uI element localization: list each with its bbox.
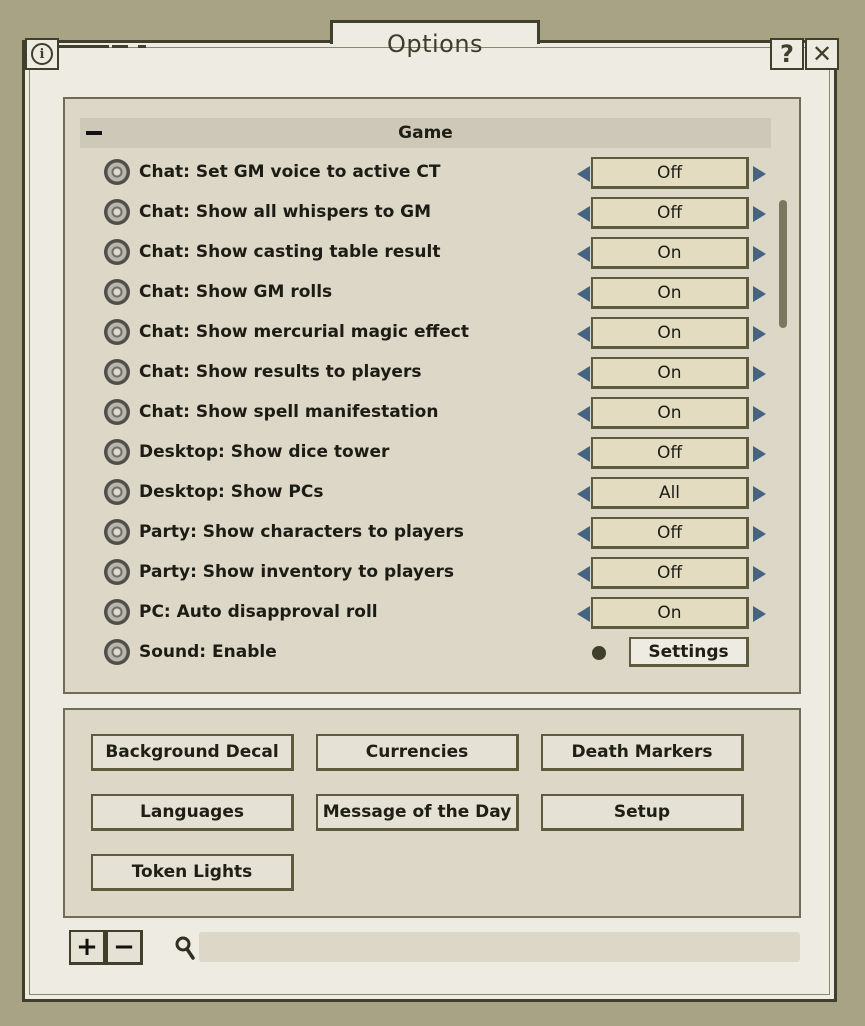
- gear-icon[interactable]: [104, 519, 130, 545]
- arrow-left-icon[interactable]: [577, 206, 590, 222]
- arrow-right-icon[interactable]: [753, 166, 766, 182]
- arrow-right-icon[interactable]: [753, 526, 766, 542]
- arrow-right-icon[interactable]: [753, 366, 766, 382]
- death-markers-button[interactable]: Death Markers: [541, 734, 744, 771]
- option-row: Party: Show inventory to players Off: [104, 556, 774, 590]
- gear-icon[interactable]: [104, 399, 130, 425]
- arrow-left-icon[interactable]: [577, 366, 590, 382]
- option-label: Chat: Show mercurial magic effect: [139, 322, 469, 342]
- title-decor-dash: [138, 45, 146, 48]
- arrow-right-icon[interactable]: [753, 326, 766, 342]
- arrow-right-icon[interactable]: [753, 446, 766, 462]
- arrow-left-icon[interactable]: [577, 166, 590, 182]
- option-value[interactable]: On: [591, 357, 749, 389]
- arrow-left-icon[interactable]: [577, 246, 590, 262]
- currencies-button[interactable]: Currencies: [316, 734, 519, 771]
- option-value[interactable]: On: [591, 317, 749, 349]
- arrow-left-icon[interactable]: [577, 566, 590, 582]
- gear-icon[interactable]: [104, 199, 130, 225]
- option-value[interactable]: Off: [591, 557, 749, 589]
- option-row: Chat: Show spell manifestation On: [104, 396, 774, 430]
- gear-icon[interactable]: [104, 159, 130, 185]
- arrow-right-icon[interactable]: [753, 246, 766, 262]
- option-label: Desktop: Show PCs: [139, 482, 324, 502]
- arrow-left-icon[interactable]: [577, 326, 590, 342]
- arrow-right-icon[interactable]: [753, 206, 766, 222]
- option-row: Party: Show characters to players Off: [104, 516, 774, 550]
- option-label: Sound: Enable: [139, 642, 277, 662]
- option-value[interactable]: Off: [591, 517, 749, 549]
- sound-toggle-dot[interactable]: [592, 646, 606, 660]
- arrow-left-icon[interactable]: [577, 446, 590, 462]
- option-value[interactable]: On: [591, 397, 749, 429]
- search-icon: [175, 936, 195, 960]
- option-label: Chat: Show casting table result: [139, 242, 441, 262]
- search-input[interactable]: [199, 932, 800, 962]
- window-title: Options: [386, 30, 484, 58]
- option-label: Chat: Show results to players: [139, 362, 422, 382]
- token-lights-button[interactable]: Token Lights: [91, 854, 294, 891]
- gear-icon[interactable]: [104, 279, 130, 305]
- arrow-left-icon[interactable]: [577, 406, 590, 422]
- option-label: Chat: Set GM voice to active CT: [139, 162, 441, 182]
- option-row: PC: Auto disapproval roll On: [104, 596, 774, 630]
- arrow-right-icon[interactable]: [753, 486, 766, 502]
- message-of-the-day-button[interactable]: Message of the Day: [316, 794, 519, 831]
- gear-icon[interactable]: [104, 239, 130, 265]
- info-button[interactable]: i: [25, 38, 59, 70]
- arrow-left-icon[interactable]: [577, 526, 590, 542]
- arrow-left-icon[interactable]: [577, 286, 590, 302]
- setup-button[interactable]: Setup: [541, 794, 744, 831]
- background-decal-button[interactable]: Background Decal: [91, 734, 294, 771]
- option-label: Chat: Show all whispers to GM: [139, 202, 432, 222]
- gear-icon[interactable]: [104, 639, 130, 665]
- gear-icon[interactable]: [104, 479, 130, 505]
- option-row: Chat: Show GM rolls On: [104, 276, 774, 310]
- help-button[interactable]: ?: [770, 38, 804, 70]
- arrow-left-icon[interactable]: [577, 606, 590, 622]
- close-button[interactable]: ✕: [805, 38, 839, 70]
- option-label: Party: Show inventory to players: [139, 562, 455, 582]
- section-title: Game: [398, 123, 453, 143]
- gear-icon[interactable]: [104, 599, 130, 625]
- gear-icon[interactable]: [104, 439, 130, 465]
- languages-button[interactable]: Languages: [91, 794, 294, 831]
- gear-icon[interactable]: [104, 319, 130, 345]
- arrow-right-icon[interactable]: [753, 606, 766, 622]
- option-label: Desktop: Show dice tower: [139, 442, 390, 462]
- collapse-all-button[interactable]: −: [106, 930, 143, 965]
- option-row: Desktop: Show PCs All: [104, 476, 774, 510]
- option-value[interactable]: On: [591, 277, 749, 309]
- option-value[interactable]: Off: [591, 437, 749, 469]
- option-row: Chat: Set GM voice to active CT Off: [104, 156, 774, 190]
- info-icon: i: [31, 43, 53, 65]
- option-label: PC: Auto disapproval roll: [139, 602, 378, 622]
- title-decor-line: [59, 45, 109, 48]
- expand-all-button[interactable]: +: [69, 930, 106, 965]
- option-value[interactable]: Off: [591, 197, 749, 229]
- option-label: Chat: Show spell manifestation: [139, 402, 439, 422]
- gear-icon[interactable]: [104, 559, 130, 585]
- option-value[interactable]: Off: [591, 157, 749, 189]
- option-row: Desktop: Show dice tower Off: [104, 436, 774, 470]
- option-label: Chat: Show GM rolls: [139, 282, 333, 302]
- option-row: Chat: Show mercurial magic effect On: [104, 316, 774, 350]
- arrow-right-icon[interactable]: [753, 286, 766, 302]
- option-value[interactable]: All: [591, 477, 749, 509]
- gear-icon[interactable]: [104, 359, 130, 385]
- arrow-left-icon[interactable]: [577, 486, 590, 502]
- arrow-right-icon[interactable]: [753, 566, 766, 582]
- option-row: Chat: Show results to players On: [104, 356, 774, 390]
- scrollbar-thumb[interactable]: [779, 200, 787, 328]
- title-decor-dash: [112, 45, 128, 48]
- option-value[interactable]: On: [591, 237, 749, 269]
- sound-settings-button[interactable]: Settings: [629, 637, 749, 667]
- section-header-game[interactable]: Game: [80, 118, 771, 148]
- arrow-right-icon[interactable]: [753, 406, 766, 422]
- option-row: Chat: Show all whispers to GM Off: [104, 196, 774, 230]
- option-row: Chat: Show casting table result On: [104, 236, 774, 270]
- option-label: Party: Show characters to players: [139, 522, 464, 542]
- option-row-sound: Sound: Enable Settings: [104, 636, 774, 670]
- option-value[interactable]: On: [591, 597, 749, 629]
